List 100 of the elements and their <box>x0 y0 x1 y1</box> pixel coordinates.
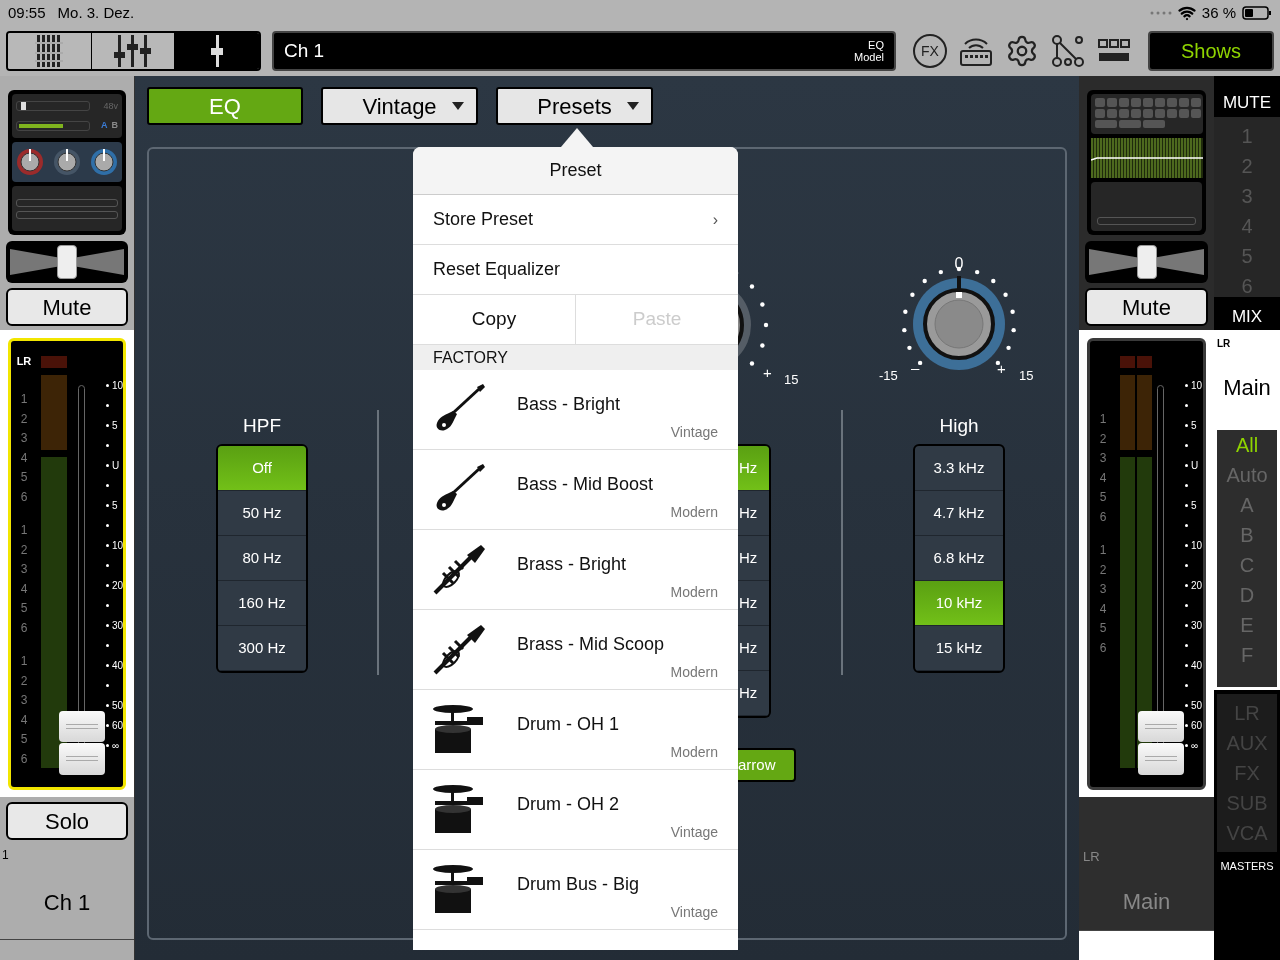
tick-mark <box>1185 463 1188 467</box>
copy-button[interactable]: Copy <box>413 295 575 344</box>
battery-percent: 36 % <box>1201 2 1236 23</box>
trumpet-icon <box>431 622 487 677</box>
scale-label: 30 <box>111 618 123 633</box>
knob-icon <box>88 147 119 177</box>
view-tab[interactable] <box>8 33 92 69</box>
preset-item[interactable]: Drum - OH 1 Modern <box>413 690 738 770</box>
tick-mark <box>1185 583 1188 587</box>
tick-mark <box>1185 383 1188 387</box>
tick-mark <box>1185 743 1188 747</box>
channel-number: 3 <box>20 561 28 578</box>
channel-number: 2 <box>20 541 28 559</box>
channel-number: 2 <box>20 410 28 428</box>
tick-mark <box>105 723 109 727</box>
menu-item[interactable]: Reset Equalizer <box>413 245 738 295</box>
channel-number: 3 <box>1099 450 1107 467</box>
tick-mark <box>105 483 109 487</box>
mute-title: MUTE <box>1221 92 1273 114</box>
fx-button[interactable]: FX <box>913 34 947 68</box>
filter-option[interactable]: All <box>1217 430 1277 460</box>
tick-mark <box>105 423 109 427</box>
scale-label: 40 <box>1191 658 1203 673</box>
tick-mark <box>105 603 109 607</box>
channel-number: 3 <box>20 430 28 447</box>
channel-number: 2 <box>1099 561 1107 579</box>
scale-label: 30 <box>1191 618 1203 633</box>
view-tab[interactable] <box>91 33 176 69</box>
channel-number: 3 <box>20 692 28 709</box>
tick-mark <box>105 563 109 567</box>
preset-item[interactable]: Bass - Bright Vintage <box>413 370 738 450</box>
channel-number: 1 <box>20 522 28 539</box>
input-select[interactable]: A <box>101 119 108 133</box>
fader-knob[interactable] <box>1138 710 1184 775</box>
gain-slider[interactable] <box>16 101 90 112</box>
preset-item[interactable]: Bass - Mid Boost Modern <box>413 450 738 530</box>
preset-item[interactable]: Brass - Bright Modern <box>413 530 738 610</box>
band-option[interactable]: 3.3 kHz <box>915 446 1003 491</box>
settings-icon[interactable] <box>1005 34 1039 68</box>
routing-icon[interactable] <box>1051 34 1085 68</box>
plus-label: + <box>763 363 772 383</box>
mute-button[interactable]: Mute <box>1085 288 1208 326</box>
scale-label: U <box>111 458 120 473</box>
channel-number: 3 <box>1099 581 1107 598</box>
tick-mark <box>105 643 109 647</box>
knob-icon <box>15 147 46 177</box>
band-title: HPF <box>242 414 282 434</box>
band-option[interactable]: 300 Hz <box>218 626 306 671</box>
scale-label: 20 <box>111 578 123 593</box>
menu-item[interactable]: Store Preset › <box>413 195 738 245</box>
tick-mark <box>1185 723 1188 727</box>
solo-button[interactable]: Solo <box>6 802 128 840</box>
trumpet-icon <box>431 542 487 597</box>
channel-number: 2 <box>20 672 28 690</box>
channel-index: 1 <box>2 847 10 864</box>
preset-item[interactable]: Drum Bus - Big Vintage <box>413 850 738 930</box>
fader-knob[interactable] <box>58 710 105 775</box>
tick-mark <box>105 743 109 747</box>
minus-label: – <box>911 358 920 378</box>
faders-icon <box>35 34 64 68</box>
channel-number: 2 <box>1099 430 1107 448</box>
tick-mark <box>1185 623 1188 627</box>
input-select[interactable]: B <box>111 119 118 133</box>
band-option[interactable]: 80 Hz <box>218 536 306 581</box>
tick-mark <box>105 443 109 447</box>
band-option[interactable]: 50 Hz <box>218 491 306 536</box>
dropdown-button[interactable]: Presets <box>496 87 653 125</box>
tick-mark <box>1185 483 1188 487</box>
preset-item[interactable]: Brass - Mid Scoop Modern <box>413 610 738 690</box>
band-option[interactable]: 160 Hz <box>218 581 306 626</box>
scale-label: 5 <box>1191 418 1197 433</box>
view-tab[interactable] <box>175 33 259 69</box>
plus-label: + <box>997 359 1006 379</box>
mute-button[interactable]: Mute <box>6 288 128 326</box>
tick-mark <box>1185 663 1188 667</box>
trim-slider[interactable] <box>16 120 90 131</box>
band-option[interactable]: 4.7 kHz <box>915 491 1003 536</box>
scale-label: ∞ <box>1191 738 1199 753</box>
masters-label: MASTERS <box>1219 859 1275 874</box>
channel-number: 4 <box>20 711 28 729</box>
shows-button[interactable]: Shows <box>1148 31 1274 71</box>
channel-number: 4 <box>1099 469 1107 487</box>
dropdown-button[interactable]: Vintage <box>321 87 478 125</box>
channel-number: 4 <box>20 580 28 598</box>
min-label: -15 <box>879 367 898 385</box>
scale-label: 5 <box>1191 498 1197 513</box>
tick-mark <box>1185 603 1188 607</box>
bus-label: LR <box>1083 848 1101 866</box>
preset-item[interactable]: Drum - OH 2 Vintage <box>413 770 738 850</box>
pan-slider[interactable] <box>6 241 128 283</box>
scale-label: 10 <box>1191 378 1203 393</box>
tick-mark <box>105 383 109 387</box>
channel-number: 6 <box>20 488 28 506</box>
scale-label: 60 <box>1191 718 1203 733</box>
tick-mark <box>1185 543 1188 547</box>
channel-number: 1 <box>20 391 28 408</box>
pan-slider[interactable] <box>1085 241 1208 283</box>
channel-number: 4 <box>1099 600 1107 618</box>
tick-mark <box>105 463 109 467</box>
band-option[interactable]: 15 kHz <box>915 626 1003 671</box>
